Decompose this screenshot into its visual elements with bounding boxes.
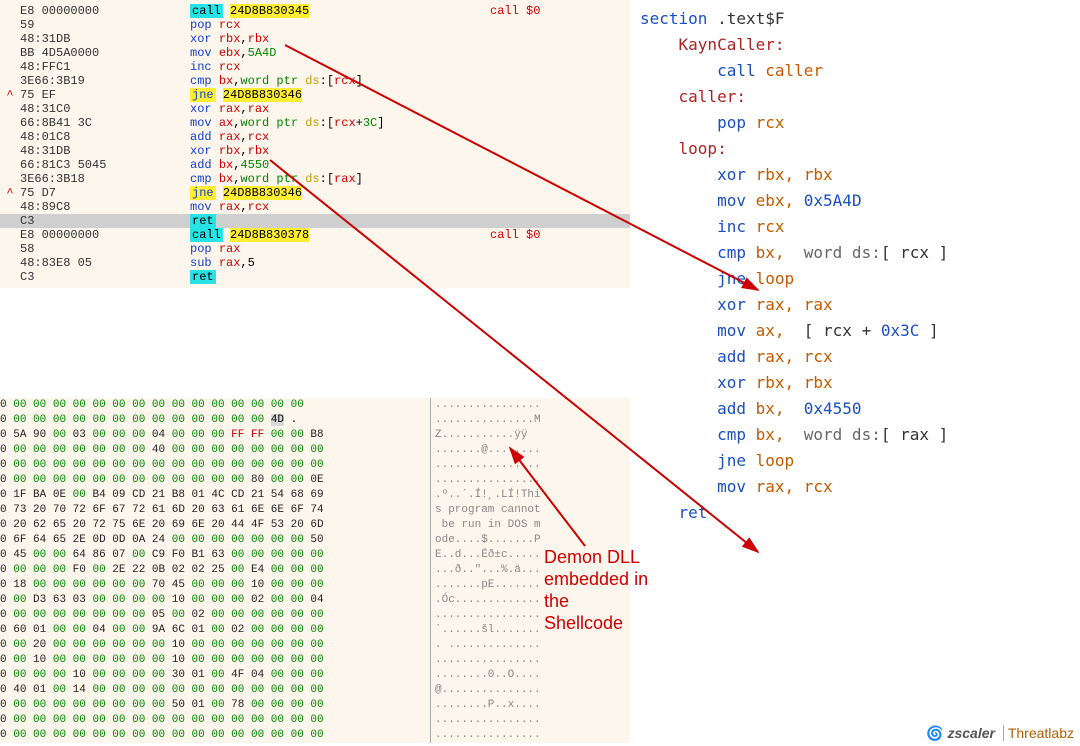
hex-row[interactable]: 0 1F BA 0E 00 B4 09 CD 21 B8 01 4C CD 21… xyxy=(0,488,630,503)
hex-row[interactable]: 0 40 01 00 14 00 00 00 00 00 00 00 00 00… xyxy=(0,683,630,698)
source-line: mov ax, [ rcx + 0x3C ] xyxy=(640,318,1080,344)
hex-row[interactable]: 0 60 01 00 00 04 00 00 9A 6C 01 00 02 00… xyxy=(0,623,630,638)
source-line: ret xyxy=(640,500,1080,526)
hex-row[interactable]: 0 5A 90 00 03 00 00 00 04 00 00 00 FF FF… xyxy=(0,428,630,443)
hex-row[interactable]: 0 45 00 00 64 86 07 00 C9 F0 B1 63 00 00… xyxy=(0,548,630,563)
disasm-row[interactable]: 58 pop rax xyxy=(0,242,630,256)
disasm-row[interactable]: BB 4D5A0000 mov ebx,5A4D xyxy=(0,46,630,60)
annotation-demon-dll: Demon DLL embedded in the Shellcode xyxy=(544,546,648,634)
hex-row[interactable]: 0 20 62 65 20 72 75 6E 20 69 6E 20 44 4F… xyxy=(0,518,630,533)
disasm-row[interactable]: C3 ret xyxy=(0,214,630,228)
hex-row[interactable]: 0 00 00 00 00 00 00 00 00 00 00 00 00 00… xyxy=(0,728,630,743)
hex-row[interactable]: 0 00 00 00 00 00 00 00 00 50 01 00 78 00… xyxy=(0,698,630,713)
source-line: inc rcx xyxy=(640,214,1080,240)
zscaler-icon: 🌀 xyxy=(926,725,943,741)
hex-row[interactable]: 0 00 00 00 00 00 00 00 00 00 00 00 00 00… xyxy=(0,713,630,728)
source-line: pop rcx xyxy=(640,110,1080,136)
hex-dump-panel: 0 00 00 00 00 00 00 00 00 00 00 00 00 00… xyxy=(0,398,630,743)
source-line: xor rbx, rbx xyxy=(640,370,1080,396)
disasm-row[interactable]: 3E66:3B19 cmp bx,word ptr ds:[rcx] xyxy=(0,74,630,88)
disasm-row[interactable]: 3E66:3B18 cmp bx,word ptr ds:[rax] xyxy=(0,172,630,186)
source-line: caller: xyxy=(640,84,1080,110)
source-line: loop: xyxy=(640,136,1080,162)
source-line: jne loop xyxy=(640,266,1080,292)
hex-row[interactable]: 0 00 00 00 00 00 00 00 00 00 00 00 00 80… xyxy=(0,473,630,488)
disasm-row[interactable]: E8 00000000 call 24D8B830378call $0 xyxy=(0,228,630,242)
source-code-panel: section .text$F KaynCaller: call caller … xyxy=(640,0,1080,526)
source-line: jne loop xyxy=(640,448,1080,474)
disasm-row[interactable]: E8 00000000 call 24D8B830345call $0 xyxy=(0,4,630,18)
source-line: cmp bx, word ds:[ rcx ] xyxy=(640,240,1080,266)
disasm-row[interactable]: 48:31C0 xor rax,rax xyxy=(0,102,630,116)
disasm-row[interactable]: 48:89C8 mov rax,rcx xyxy=(0,200,630,214)
source-line: mov rax, rcx xyxy=(640,474,1080,500)
disasm-row[interactable]: 59 pop rcx xyxy=(0,18,630,32)
disasm-row[interactable]: ^75 EF jne 24D8B830346 xyxy=(0,88,630,102)
hex-row[interactable]: 0 00 00 00 10 00 00 00 00 30 01 00 4F 04… xyxy=(0,668,630,683)
source-line: cmp bx, word ds:[ rax ] xyxy=(640,422,1080,448)
disasm-row[interactable]: 48:01C8 add rax,rcx xyxy=(0,130,630,144)
watermark-logo: 🌀 zscaler Threatlabz xyxy=(926,725,1074,742)
hex-row[interactable]: 0 6F 64 65 2E 0D 0D 0A 24 00 00 00 00 00… xyxy=(0,533,630,548)
hex-row[interactable]: 0 00 00 00 00 00 00 00 00 00 00 00 00 00… xyxy=(0,398,630,413)
hex-row[interactable]: 0 00 00 00 F0 00 2E 22 0B 02 02 25 00 E4… xyxy=(0,563,630,578)
source-line: add rax, rcx xyxy=(640,344,1080,370)
disasm-row[interactable]: C3 ret xyxy=(0,270,630,284)
disasm-row[interactable]: 66:8B41 3C mov ax,word ptr ds:[rcx+3C] xyxy=(0,116,630,130)
source-line: KaynCaller: xyxy=(640,32,1080,58)
hex-row[interactable]: 0 18 00 00 00 00 00 00 70 45 00 00 00 10… xyxy=(0,578,630,593)
source-line: xor rbx, rbx xyxy=(640,162,1080,188)
hex-row[interactable]: 0 00 00 00 00 00 00 00 00 00 00 00 00 00… xyxy=(0,458,630,473)
hex-row[interactable]: 0 00 00 00 00 00 00 00 00 00 00 00 00 00… xyxy=(0,413,630,428)
disasm-row[interactable]: ^75 D7 jne 24D8B830346 xyxy=(0,186,630,200)
source-line: section .text$F xyxy=(640,6,1080,32)
source-line: mov ebx, 0x5A4D xyxy=(640,188,1080,214)
disasm-row[interactable]: 48:83E8 05 sub rax,5 xyxy=(0,256,630,270)
disasm-row[interactable]: 48:FFC1 inc rcx xyxy=(0,60,630,74)
source-line: xor rax, rax xyxy=(640,292,1080,318)
source-line: call caller xyxy=(640,58,1080,84)
source-line: add bx, 0x4550 xyxy=(640,396,1080,422)
hex-row[interactable]: 0 73 20 70 72 6F 67 72 61 6D 20 63 61 6E… xyxy=(0,503,630,518)
hex-row[interactable]: 0 00 10 00 00 00 00 00 00 10 00 00 00 00… xyxy=(0,653,630,668)
hex-row[interactable]: 0 00 D3 63 03 00 00 00 00 10 00 00 00 02… xyxy=(0,593,630,608)
hex-row[interactable]: 0 00 20 00 00 00 00 00 00 10 00 00 00 00… xyxy=(0,638,630,653)
disasm-row[interactable]: 48:31DB xor rbx,rbx xyxy=(0,144,630,158)
hex-row[interactable]: 0 00 00 00 00 00 00 00 40 00 00 00 00 00… xyxy=(0,443,630,458)
hex-row[interactable]: 0 00 00 00 00 00 00 00 05 00 02 00 00 00… xyxy=(0,608,630,623)
disassembly-panel: E8 00000000 call 24D8B830345call $0 59 p… xyxy=(0,0,630,288)
disasm-row[interactable]: 48:31DB xor rbx,rbx xyxy=(0,32,630,46)
disasm-row[interactable]: 66:81C3 5045 add bx,4550 xyxy=(0,158,630,172)
